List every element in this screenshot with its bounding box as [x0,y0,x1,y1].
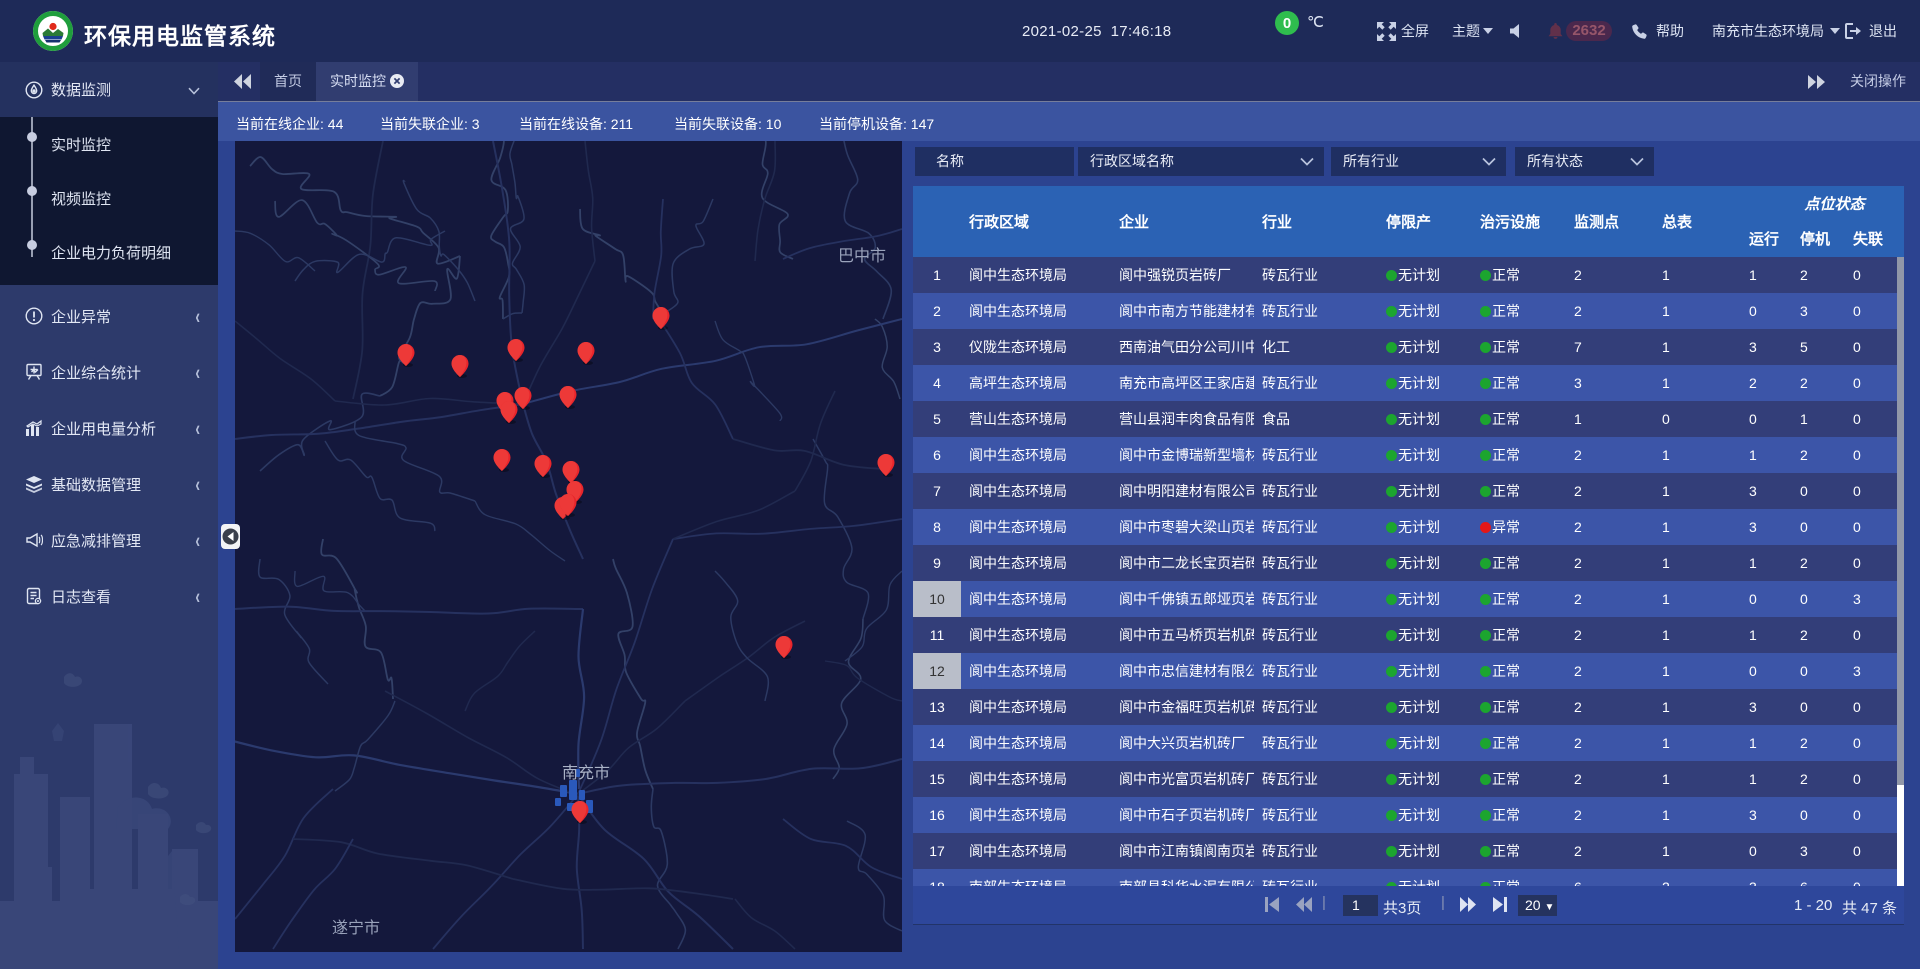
svg-text:南充市: 南充市 [562,764,610,782]
svg-text:遂宁市: 遂宁市 [332,919,380,937]
svg-text:巴中市: 巴中市 [838,247,886,265]
